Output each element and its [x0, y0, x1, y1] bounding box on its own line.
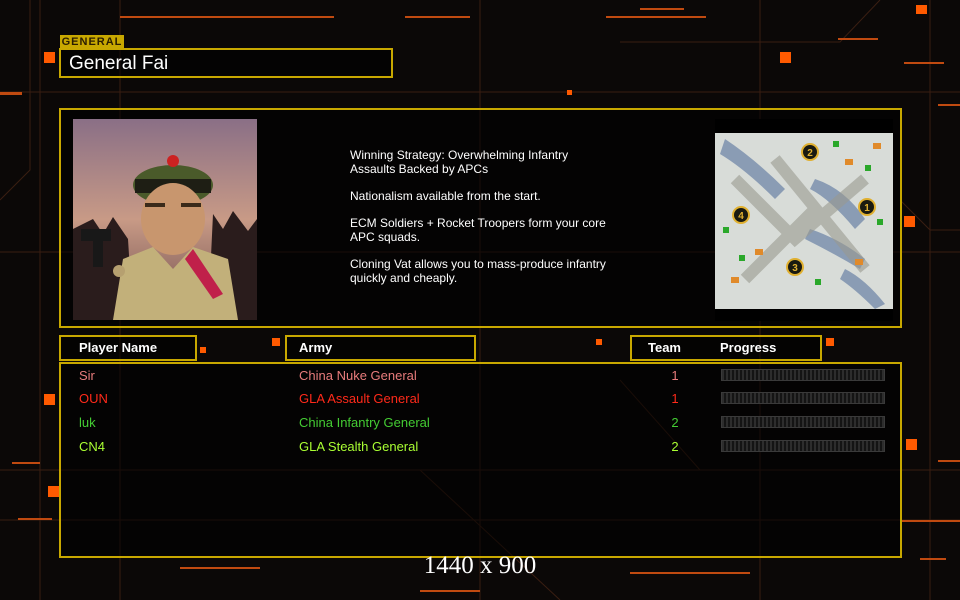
player-name: CN4 [79, 439, 106, 454]
header-team: Team [648, 340, 681, 355]
player-army: GLA Stealth General [299, 439, 419, 454]
general-portrait [73, 119, 257, 320]
start-position-1: 1 [864, 203, 870, 214]
player-team: 2 [671, 439, 679, 454]
header-team-progress: Team Progress [630, 335, 822, 361]
player-team: 1 [671, 391, 679, 406]
description-line: Winning Strategy: Overwhelming Infantry … [350, 148, 569, 176]
minimap: 1 2 3 4 [715, 119, 893, 321]
description-line: Nationalism available from the start. [350, 189, 541, 203]
player-row: Sir China Nuke General 1 [61, 365, 900, 387]
resolution-label: 1440 x 900 [423, 552, 537, 579]
player-name: Sir [79, 368, 95, 383]
general-info-panel: Winning Strategy: Overwhelming Infantry … [59, 108, 902, 328]
general-name-box: General Fai [59, 48, 393, 78]
general-name: General Fai [69, 53, 169, 74]
loading-progress-bar [721, 392, 885, 404]
header-player-name: Player Name [59, 335, 197, 361]
loading-progress-bar [721, 440, 885, 452]
start-position-3: 3 [792, 263, 798, 274]
player-name: OUN [79, 391, 108, 406]
players-table: Sir China Nuke General 1 OUN GLA Assault… [59, 362, 902, 558]
player-team: 2 [671, 415, 679, 430]
player-row: luk China Infantry General 2 [61, 412, 900, 434]
player-army: China Nuke General [299, 368, 417, 383]
description-line: ECM Soldiers + Rocket Troopers form your… [350, 216, 606, 244]
start-position-4: 4 [738, 211, 744, 222]
player-row: OUN GLA Assault General 1 [61, 388, 900, 410]
strategy-description: Winning Strategy: Overwhelming Infantry … [350, 148, 670, 298]
player-row: CN4 GLA Stealth General 2 [61, 436, 900, 458]
start-position-2: 2 [807, 148, 813, 159]
player-army: GLA Assault General [299, 391, 420, 406]
description-line: Cloning Vat allows you to mass-produce i… [350, 257, 606, 285]
player-army: China Infantry General [299, 415, 430, 430]
loading-progress-bar [721, 369, 885, 381]
general-tag: GENERAL [60, 35, 124, 49]
header-army: Army [285, 335, 476, 361]
header-progress: Progress [720, 340, 777, 355]
loading-progress-bar [721, 416, 885, 428]
player-name: luk [79, 415, 96, 430]
player-team: 1 [671, 368, 679, 383]
